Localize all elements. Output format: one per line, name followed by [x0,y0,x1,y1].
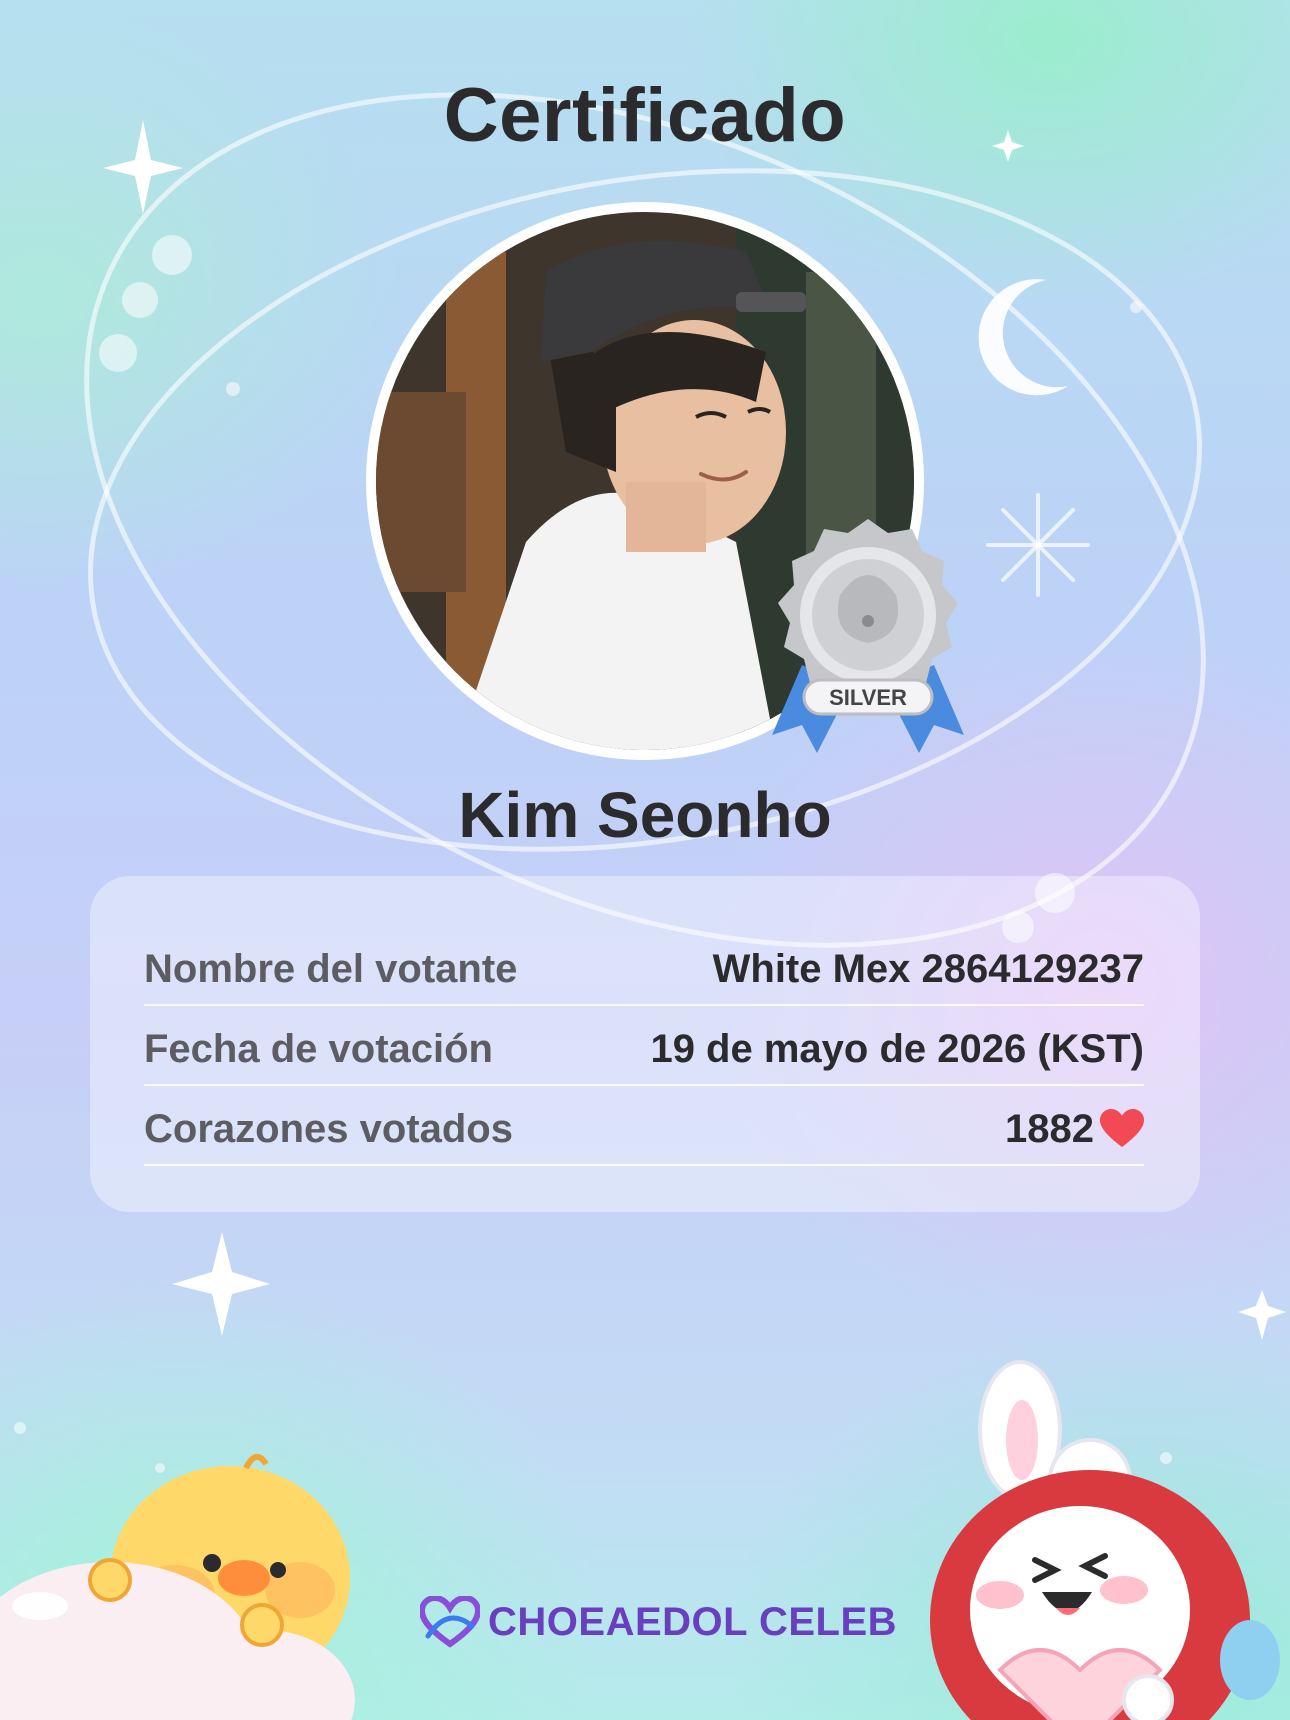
heart-icon [1100,1109,1144,1147]
hearts-voted-row: Corazones votados 1882 [144,1094,1144,1166]
brand-name: CHOEAEDOL CELEB [488,1599,898,1644]
voter-name-label: Nombre del votante [144,946,518,991]
voter-name-row: Nombre del votante White Mex 2864129237 [144,934,1144,1006]
certificate-title: Certificado [443,73,847,158]
badge-label: SILVER [829,685,907,710]
vote-date-value: 19 de mayo de 2026 (KST) [650,1026,1144,1071]
voter-name-value: White Mex 2864129237 [712,946,1144,991]
sparkle-icon [1238,1290,1286,1340]
hearts-voted-label: Corazones votados [144,1106,513,1151]
vote-date-label: Fecha de votación [144,1026,493,1071]
chick-character-illustration [0,1454,355,1720]
vote-details-card: Nombre del votante White Mex 2864129237 … [90,876,1200,1212]
celebrity-name: Kim Seonho [458,779,832,851]
vote-date-row: Fecha de votación 19 de mayo de 2026 (KS… [144,1014,1144,1086]
hearts-voted-value-group: 1882 [1005,1107,1144,1152]
hearts-voted-value: 1882 [1005,1106,1094,1151]
moon-icon [978,279,1068,396]
brand-logo: CHOEAEDOL CELEB [420,1594,897,1650]
bunny-character-illustration [930,1360,1280,1720]
silver-medal-icon: SILVER [772,519,964,753]
choeaedol-logo-icon [420,1596,480,1648]
sparkle-icon [172,1232,270,1336]
